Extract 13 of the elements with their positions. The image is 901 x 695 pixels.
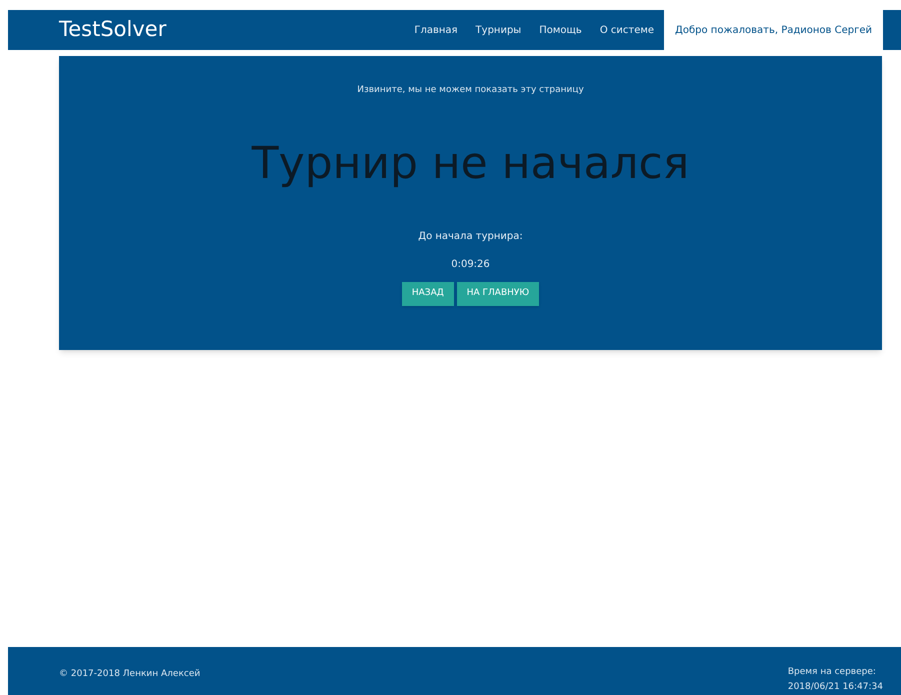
copyright-text: © 2017-2018 Ленкин Алексей — [59, 668, 200, 681]
nav-link[interactable]: Турниры — [466, 10, 530, 50]
countdown-timer: 0:09:26 — [451, 258, 490, 272]
brand-link[interactable]: TestSolver — [59, 14, 166, 46]
nav-link[interactable]: Помощь — [530, 10, 591, 50]
nav-link[interactable]: Главная — [405, 10, 467, 50]
nav-link[interactable]: О системе — [590, 10, 664, 50]
notice-text: Извините, мы не можем показать эту страницу — [357, 84, 584, 97]
server-time-label: Время на сервере: — [788, 666, 877, 679]
countdown-label: До начала турнира: — [418, 230, 523, 244]
server-time: 2018/06/21 16:47:34 — [788, 681, 883, 694]
user-greeting-link[interactable]: Добро пожаловать, Радионов Сергей — [664, 10, 883, 50]
page-heading: Турнир не начался — [252, 136, 690, 190]
